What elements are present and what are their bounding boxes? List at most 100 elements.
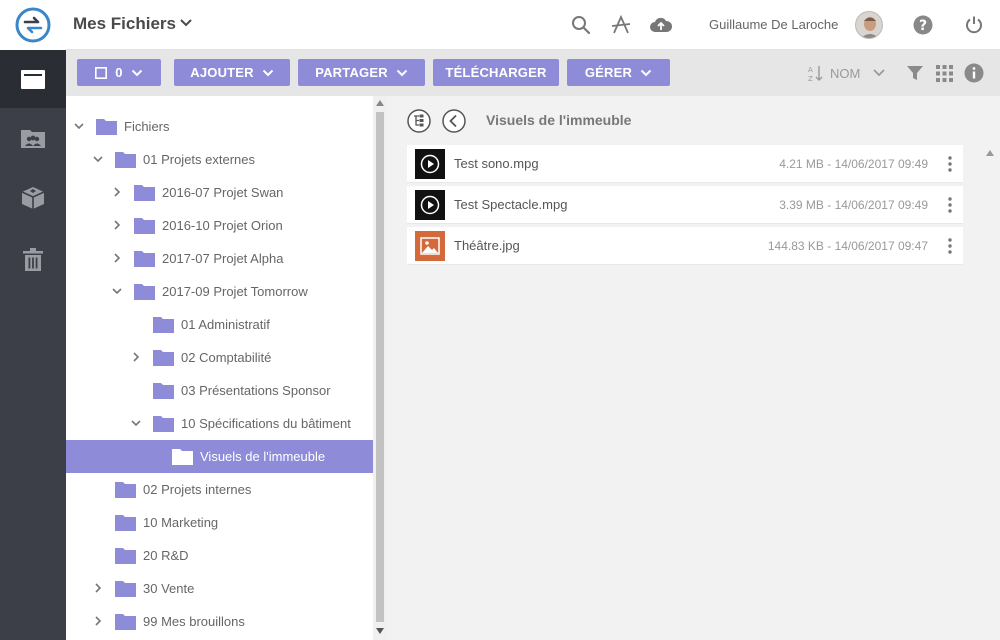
file-row[interactable]: Test sono.mpg 4.21 MB - 14/06/2017 09:49 — [407, 145, 963, 183]
share-button[interactable]: PARTAGER — [298, 59, 425, 86]
more-vertical-icon[interactable] — [947, 156, 953, 172]
image-file-icon — [415, 231, 445, 261]
tree-item-label: 01 Administratif — [181, 317, 270, 332]
tree-item[interactable]: 10 Marketing — [66, 506, 373, 539]
info-icon[interactable] — [964, 63, 984, 83]
top-header: Mes Fichiers Guillaume De Laroche ? — [66, 0, 1000, 50]
tree-item[interactable]: 20 R&D — [66, 539, 373, 572]
chevron-right-icon[interactable] — [112, 187, 122, 197]
tree-item[interactable]: 10 Spécifications du bâtiment — [66, 407, 373, 440]
rail-trash[interactable] — [0, 231, 66, 289]
search-icon[interactable] — [569, 13, 593, 37]
rail-files[interactable] — [0, 50, 66, 108]
app-logo[interactable] — [0, 0, 66, 50]
tree-item-label: 2017-07 Projet Alpha — [162, 251, 284, 266]
tree-item[interactable]: Visuels de l'immeuble — [66, 440, 373, 473]
cloud-upload-icon[interactable] — [649, 13, 673, 37]
folder-icon — [134, 185, 155, 201]
file-row[interactable]: Test Spectacle.mpg 3.39 MB - 14/06/2017 0… — [407, 186, 963, 224]
avatar[interactable] — [855, 11, 883, 39]
folder-title: Visuels de l'immeuble — [486, 112, 632, 128]
text-style-icon[interactable] — [609, 13, 633, 37]
chevron-down-icon[interactable] — [179, 16, 193, 30]
help-icon[interactable]: ? — [911, 13, 935, 37]
tree-item-label: 02 Comptabilité — [181, 350, 272, 365]
chevron-down-icon — [131, 69, 142, 76]
tree-item-label: 30 Vente — [143, 581, 195, 596]
folder-icon — [153, 383, 174, 399]
tree-item[interactable]: 01 Administratif — [66, 308, 373, 341]
tree-toggle-icon[interactable] — [407, 109, 431, 133]
chevron-down-icon[interactable] — [872, 67, 886, 79]
folder-tree: Fichiers 01 Projets externes 2016-07 Proje… — [66, 96, 373, 640]
tree-item[interactable]: 01 Projets externes — [66, 143, 373, 176]
tree-item[interactable]: 2017-09 Projet Tomorrow — [66, 275, 373, 308]
tree-item[interactable]: 2017-07 Projet Alpha — [66, 242, 373, 275]
video-file-icon — [415, 190, 445, 220]
rail-box[interactable] — [0, 169, 66, 227]
scroll-down-icon[interactable] — [376, 628, 384, 634]
chevron-down-icon[interactable] — [112, 286, 122, 296]
power-icon[interactable] — [962, 13, 986, 37]
tree-item-label: Fichiers — [124, 119, 170, 134]
select-all-button[interactable]: 0 — [77, 59, 161, 86]
folder-icon — [115, 515, 136, 531]
chevron-right-icon[interactable] — [93, 616, 103, 626]
chevron-right-icon[interactable] — [131, 352, 141, 362]
file-name[interactable]: Théâtre.jpg — [454, 238, 520, 253]
filter-icon[interactable] — [906, 64, 924, 82]
sort-label[interactable]: NOM — [830, 66, 860, 81]
file-meta: 144.83 KB - 14/06/2017 09:47 — [767, 239, 928, 253]
chevron-down-icon[interactable] — [93, 154, 103, 164]
folder-icon — [134, 284, 155, 300]
file-meta: 3.39 MB - 14/06/2017 09:49 — [779, 198, 928, 212]
chevron-down-icon — [396, 69, 408, 76]
manage-button[interactable]: GÉRER — [567, 59, 670, 86]
back-icon[interactable] — [442, 109, 466, 133]
tree-item[interactable]: Fichiers — [66, 110, 373, 143]
sort-az-icon[interactable]: A Z — [808, 65, 824, 82]
chevron-right-icon[interactable] — [93, 583, 103, 593]
content-scrollbar[interactable] — [983, 140, 997, 620]
tree-item-label: 10 Spécifications du bâtiment — [181, 416, 351, 431]
chevron-down-icon[interactable] — [74, 121, 84, 131]
tree-item[interactable]: 03 Présentations Sponsor — [66, 374, 373, 407]
download-button[interactable]: TÉLÉCHARGER — [433, 59, 559, 86]
file-meta: 4.21 MB - 14/06/2017 09:49 — [779, 157, 928, 171]
file-name[interactable]: Test sono.mpg — [454, 156, 539, 171]
user-name[interactable]: Guillaume De Laroche — [709, 17, 838, 32]
file-row[interactable]: Théâtre.jpg 144.83 KB - 14/06/2017 09:47 — [407, 227, 963, 265]
box-icon — [21, 187, 45, 209]
tree-item-label: 2016-10 Projet Orion — [162, 218, 283, 233]
file-list-pane: Visuels de l'immeuble Test sono.mpg 4.21 … — [387, 96, 1000, 640]
tree-item[interactable]: 30 Vente — [66, 572, 373, 605]
tree-item-label: 20 R&D — [143, 548, 189, 563]
add-button[interactable]: AJOUTER — [174, 59, 290, 86]
tree-scroll-thumb[interactable] — [376, 112, 384, 622]
app-title[interactable]: Mes Fichiers — [73, 14, 176, 34]
grid-view-icon[interactable] — [936, 65, 953, 82]
share-button-label: PARTAGER — [315, 65, 388, 80]
tree-item[interactable]: 99 Mes brouillons — [66, 605, 373, 638]
folder-icon — [153, 416, 174, 432]
more-vertical-icon[interactable] — [947, 197, 953, 213]
chevron-right-icon[interactable] — [112, 253, 122, 263]
tree-item[interactable]: 02 Comptabilité — [66, 341, 373, 374]
folder-icon — [96, 119, 117, 135]
tree-scrollbar[interactable] — [373, 96, 387, 640]
more-vertical-icon[interactable] — [947, 238, 953, 254]
chevron-down-icon[interactable] — [131, 418, 141, 428]
tree-item[interactable]: 2016-07 Projet Swan — [66, 176, 373, 209]
chevron-right-icon[interactable] — [112, 220, 122, 230]
file-name[interactable]: Test Spectacle.mpg — [454, 197, 567, 212]
folder-icon — [115, 614, 136, 630]
scroll-up-icon[interactable] — [376, 100, 384, 106]
trash-icon — [23, 248, 43, 271]
tree-item[interactable]: 02 Projets internes — [66, 473, 373, 506]
scroll-up-icon[interactable] — [986, 150, 994, 156]
folder-icon — [21, 70, 45, 89]
tree-item[interactable]: 2016-10 Projet Orion — [66, 209, 373, 242]
folder-icon — [115, 482, 136, 498]
rail-shared[interactable] — [0, 109, 66, 167]
sync-logo-icon — [15, 7, 51, 43]
